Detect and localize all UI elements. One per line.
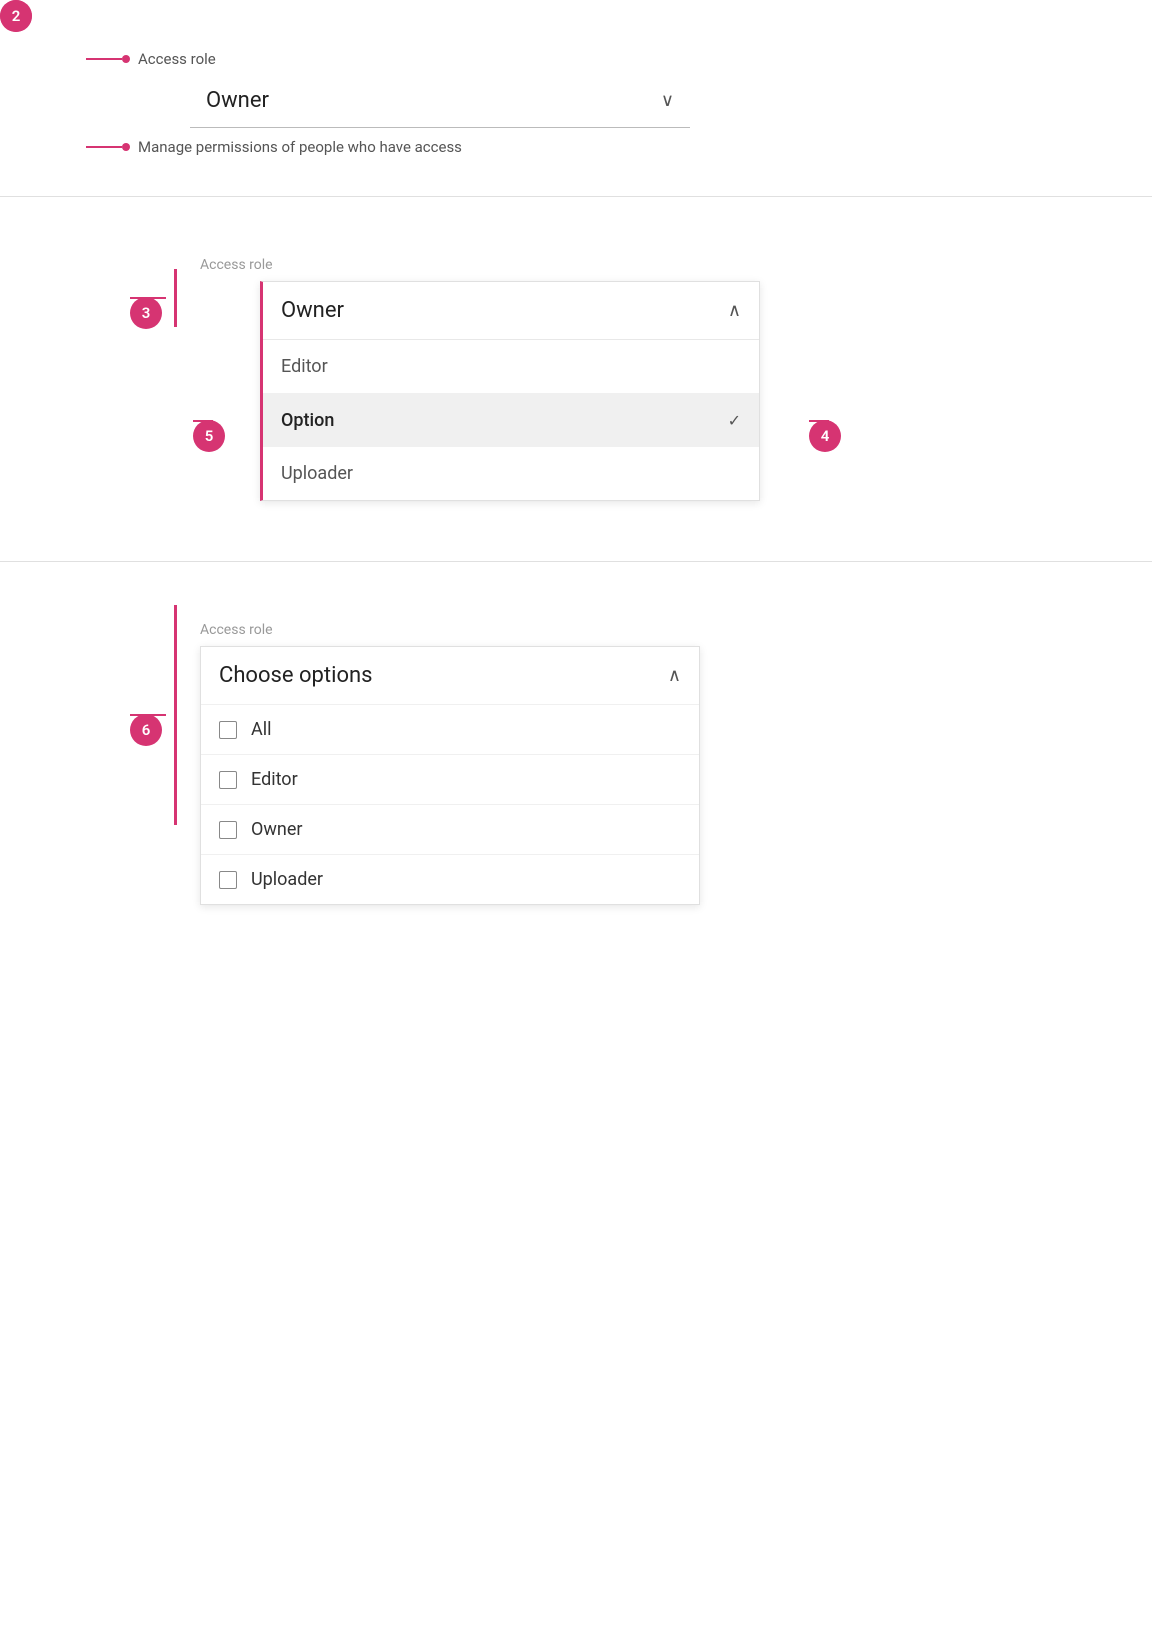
dropdown-header[interactable]: Owner ∧: [263, 282, 759, 340]
multiselect-placeholder: Choose options: [219, 663, 373, 688]
annotation-row-1: 1 Access role: [80, 50, 1072, 68]
check-icon: ✓: [728, 411, 741, 430]
annotation-row-2: 2 Manage permissions of people who have …: [80, 138, 1072, 156]
checkbox-uploader[interactable]: [219, 871, 237, 889]
checkbox-editor[interactable]: [219, 771, 237, 789]
dropdown-open-single: Owner ∧ Editor 5 4 Opti: [260, 281, 760, 501]
badge-5: 5: [193, 420, 225, 452]
dropdown-wrapper: 3 Owner ∧ Editor 5: [200, 281, 1072, 501]
multiselect-chevron-up-icon: ∧: [668, 665, 681, 686]
multiselect-item-uploader[interactable]: Uploader: [201, 854, 699, 904]
annotation-line-2: Manage permissions of people who have ac…: [86, 138, 462, 156]
item-label-option: Option: [281, 410, 334, 431]
select-wrapper-1: Owner ∨: [190, 74, 690, 128]
arrow-dot-2: [122, 143, 130, 151]
item-label-editor: Editor: [281, 356, 328, 377]
checkbox-owner[interactable]: [219, 821, 237, 839]
badge-4-wrap: 4: [809, 420, 829, 422]
section-1: 1 Access role Owner ∨ 2 Manage permissio…: [0, 0, 1152, 196]
section-3: Access role 6 Choose options ∧ All: [0, 562, 1152, 965]
item-label-ms-editor: Editor: [251, 769, 298, 790]
item-label-uploader: Uploader: [281, 463, 353, 484]
side-line-3: [174, 269, 177, 327]
annotation-label-2: Manage permissions of people who have ac…: [138, 138, 462, 156]
annotation-line-1: Access role: [86, 50, 216, 68]
arrow-line-1: [86, 58, 122, 60]
badge-2: 2: [0, 0, 32, 32]
arrow-line-2: [86, 146, 122, 148]
multiselect-item-all[interactable]: All: [201, 704, 699, 754]
chevron-down-icon: ∨: [661, 90, 674, 111]
dropdown-item-option[interactable]: Option ✓: [263, 394, 759, 447]
item-label-ms-owner: Owner: [251, 819, 303, 840]
chevron-up-icon: ∧: [728, 300, 741, 321]
badge-3-wrap: 3: [130, 297, 166, 299]
select-collapsed[interactable]: Owner ∨: [190, 74, 690, 128]
badge-6-wrap: 6: [130, 714, 166, 716]
side-line-6: [174, 605, 177, 825]
dropdown-selected-label: Owner: [281, 298, 344, 323]
dropdown-item-uploader[interactable]: Uploader: [263, 447, 759, 500]
section-2: Access role 3 Owner ∧ Editor: [0, 197, 1152, 561]
dropdown-item-editor[interactable]: Editor: [263, 340, 759, 394]
annotation-label-1: Access role: [138, 50, 216, 68]
multiselect-item-owner[interactable]: Owner: [201, 804, 699, 854]
multiselect-wrapper: 6 Choose options ∧ All Editor: [200, 646, 1072, 905]
badge-5-wrap: 5: [193, 420, 213, 422]
multiselect-item-editor[interactable]: Editor: [201, 754, 699, 804]
select-value: Owner: [206, 88, 269, 113]
checkbox-all[interactable]: [219, 721, 237, 739]
multiselect-header[interactable]: Choose options ∧: [201, 647, 699, 704]
multiselect-open: Choose options ∧ All Editor Owner Up: [200, 646, 700, 905]
section2-label: Access role: [200, 257, 1072, 273]
arrow-dot-1: [122, 55, 130, 63]
item-label-all: All: [251, 719, 272, 740]
badge-3: 3: [130, 297, 162, 329]
item-label-ms-uploader: Uploader: [251, 869, 323, 890]
badge-4: 4: [809, 420, 841, 452]
option-row-wrap: 5 4 Option ✓: [263, 394, 759, 447]
section3-label: Access role: [200, 622, 1072, 638]
badge-6: 6: [130, 714, 162, 746]
